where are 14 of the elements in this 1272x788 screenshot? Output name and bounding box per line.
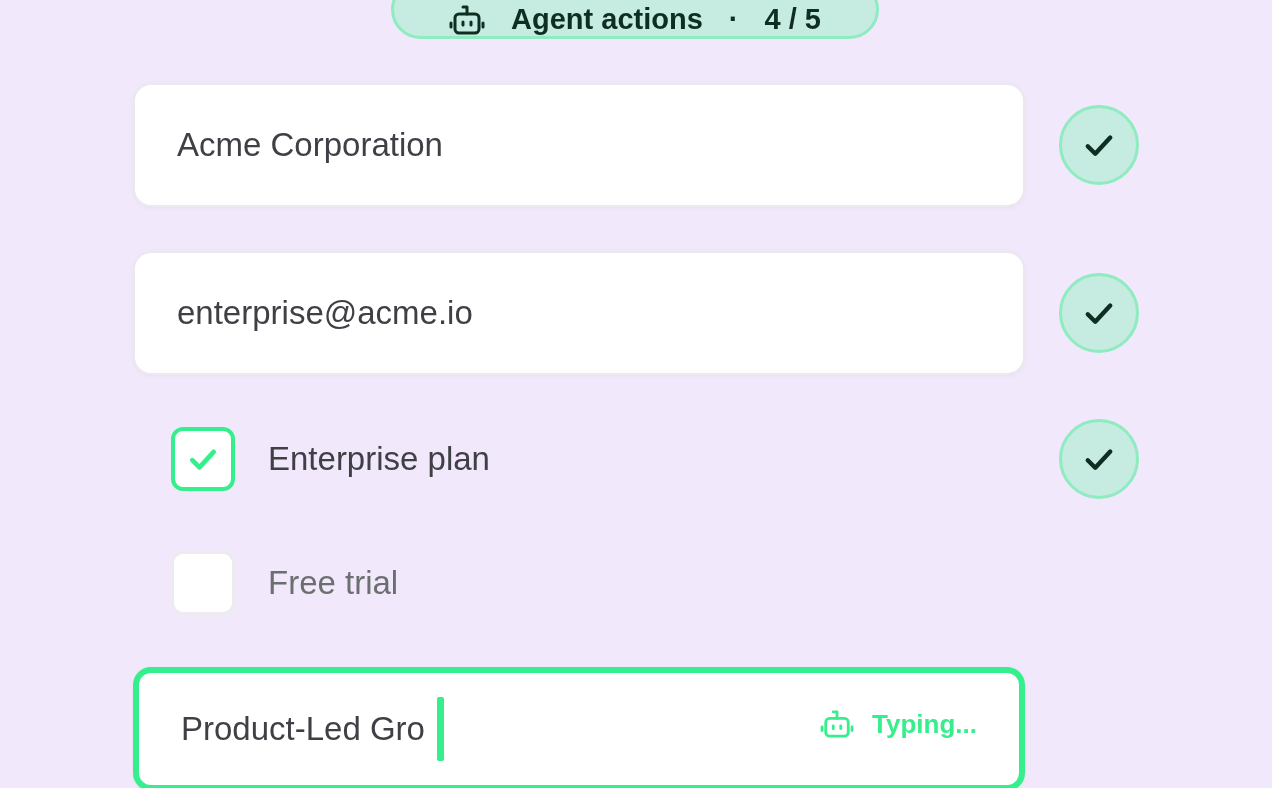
input-field[interactable]: Product-Led Gro Typing... (133, 667, 1025, 788)
text-cursor (436, 697, 444, 761)
typed-text: Product-Led Gro (181, 710, 425, 748)
checkbox[interactable] (171, 427, 235, 491)
badge-title: Agent actions (511, 3, 703, 36)
robot-icon (820, 709, 855, 739)
checkbox-label: Free trial (268, 564, 399, 602)
checkbox-label: Enterprise plan (268, 440, 490, 478)
input-field[interactable]: Acme Corporation (133, 83, 1025, 207)
typing-status: Typing... (872, 708, 977, 740)
input-field[interactable]: enterprise@acme.io (133, 251, 1025, 375)
badge-separator: · (728, 3, 739, 36)
robot-icon (449, 3, 486, 36)
progress-count: 4 / 5 (764, 3, 821, 36)
